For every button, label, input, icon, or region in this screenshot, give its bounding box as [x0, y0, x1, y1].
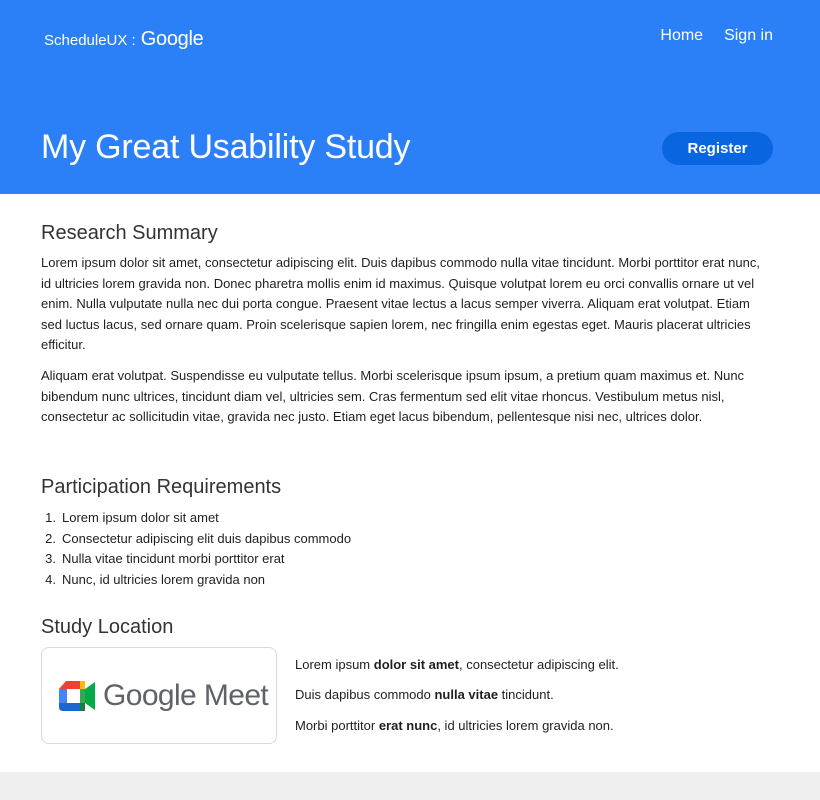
list-item-number: 4.	[45, 571, 56, 587]
brand-name: Google	[140, 28, 204, 50]
participation-requirements-heading: Participation Requirements	[41, 476, 282, 498]
page-footer	[0, 772, 820, 800]
summary-paragraph: Aliquam erat volutpat. Suspendisse eu vu…	[41, 368, 745, 425]
list-item-text: Nunc, id ultricies lorem gravida non	[62, 571, 266, 587]
nav-sign-in-link[interactable]: Sign in	[724, 27, 773, 45]
google-meet-logo-text: Google Meet	[103, 678, 269, 712]
list-item-number: 3.	[45, 551, 56, 567]
list-item-number: 1.	[45, 510, 56, 525]
top-nav: Home Sign in	[660, 27, 773, 45]
list-item: 3. Nulla vitae tincidunt morbi porttitor …	[41, 549, 351, 570]
research-summary-heading: Research Summary	[41, 222, 218, 244]
requirements-list: 1. Lorem ipsum dolor sit amet 2. Consectet…	[41, 508, 351, 590]
page-header: ScheduleUX : Google Home Sign in My Grea…	[0, 0, 820, 194]
brand-logo[interactable]: ScheduleUX : Google	[44, 28, 204, 51]
study-location-heading: Study Location	[41, 616, 174, 638]
register-button[interactable]: Register	[662, 132, 773, 165]
location-line: Lorem ipsum dolor sit amet, consectetur …	[295, 657, 619, 672]
summary-paragraph: Lorem ipsum dolor sit amet, consectetur …	[41, 255, 760, 353]
list-item-text: Nulla vitae tincidunt morbi porttitor er…	[62, 551, 285, 567]
location-line: Duis dapibus commodo nulla vitae tincidu…	[295, 687, 554, 702]
list-item: 4. Nunc, id ultricies lorem gravida non	[41, 570, 351, 591]
list-item-text: Consectetur adipiscing elit duis dapibus…	[62, 530, 352, 546]
list-item: 1. Lorem ipsum dolor sit amet	[41, 508, 351, 529]
page-title: My Great Usability Study	[41, 128, 411, 166]
google-meet-icon	[59, 680, 95, 711]
brand-prefix: ScheduleUX :	[44, 32, 136, 49]
location-line: Morbi porttitor erat nunc, id ultricies …	[295, 718, 614, 733]
list-item: 2. Consectetur adipiscing elit duis dapib…	[41, 529, 351, 550]
nav-home-link[interactable]: Home	[660, 27, 703, 45]
list-item-number: 2.	[45, 530, 56, 546]
google-meet-card: Google Meet	[41, 647, 277, 744]
list-item-text: Lorem ipsum dolor sit amet	[62, 510, 219, 525]
